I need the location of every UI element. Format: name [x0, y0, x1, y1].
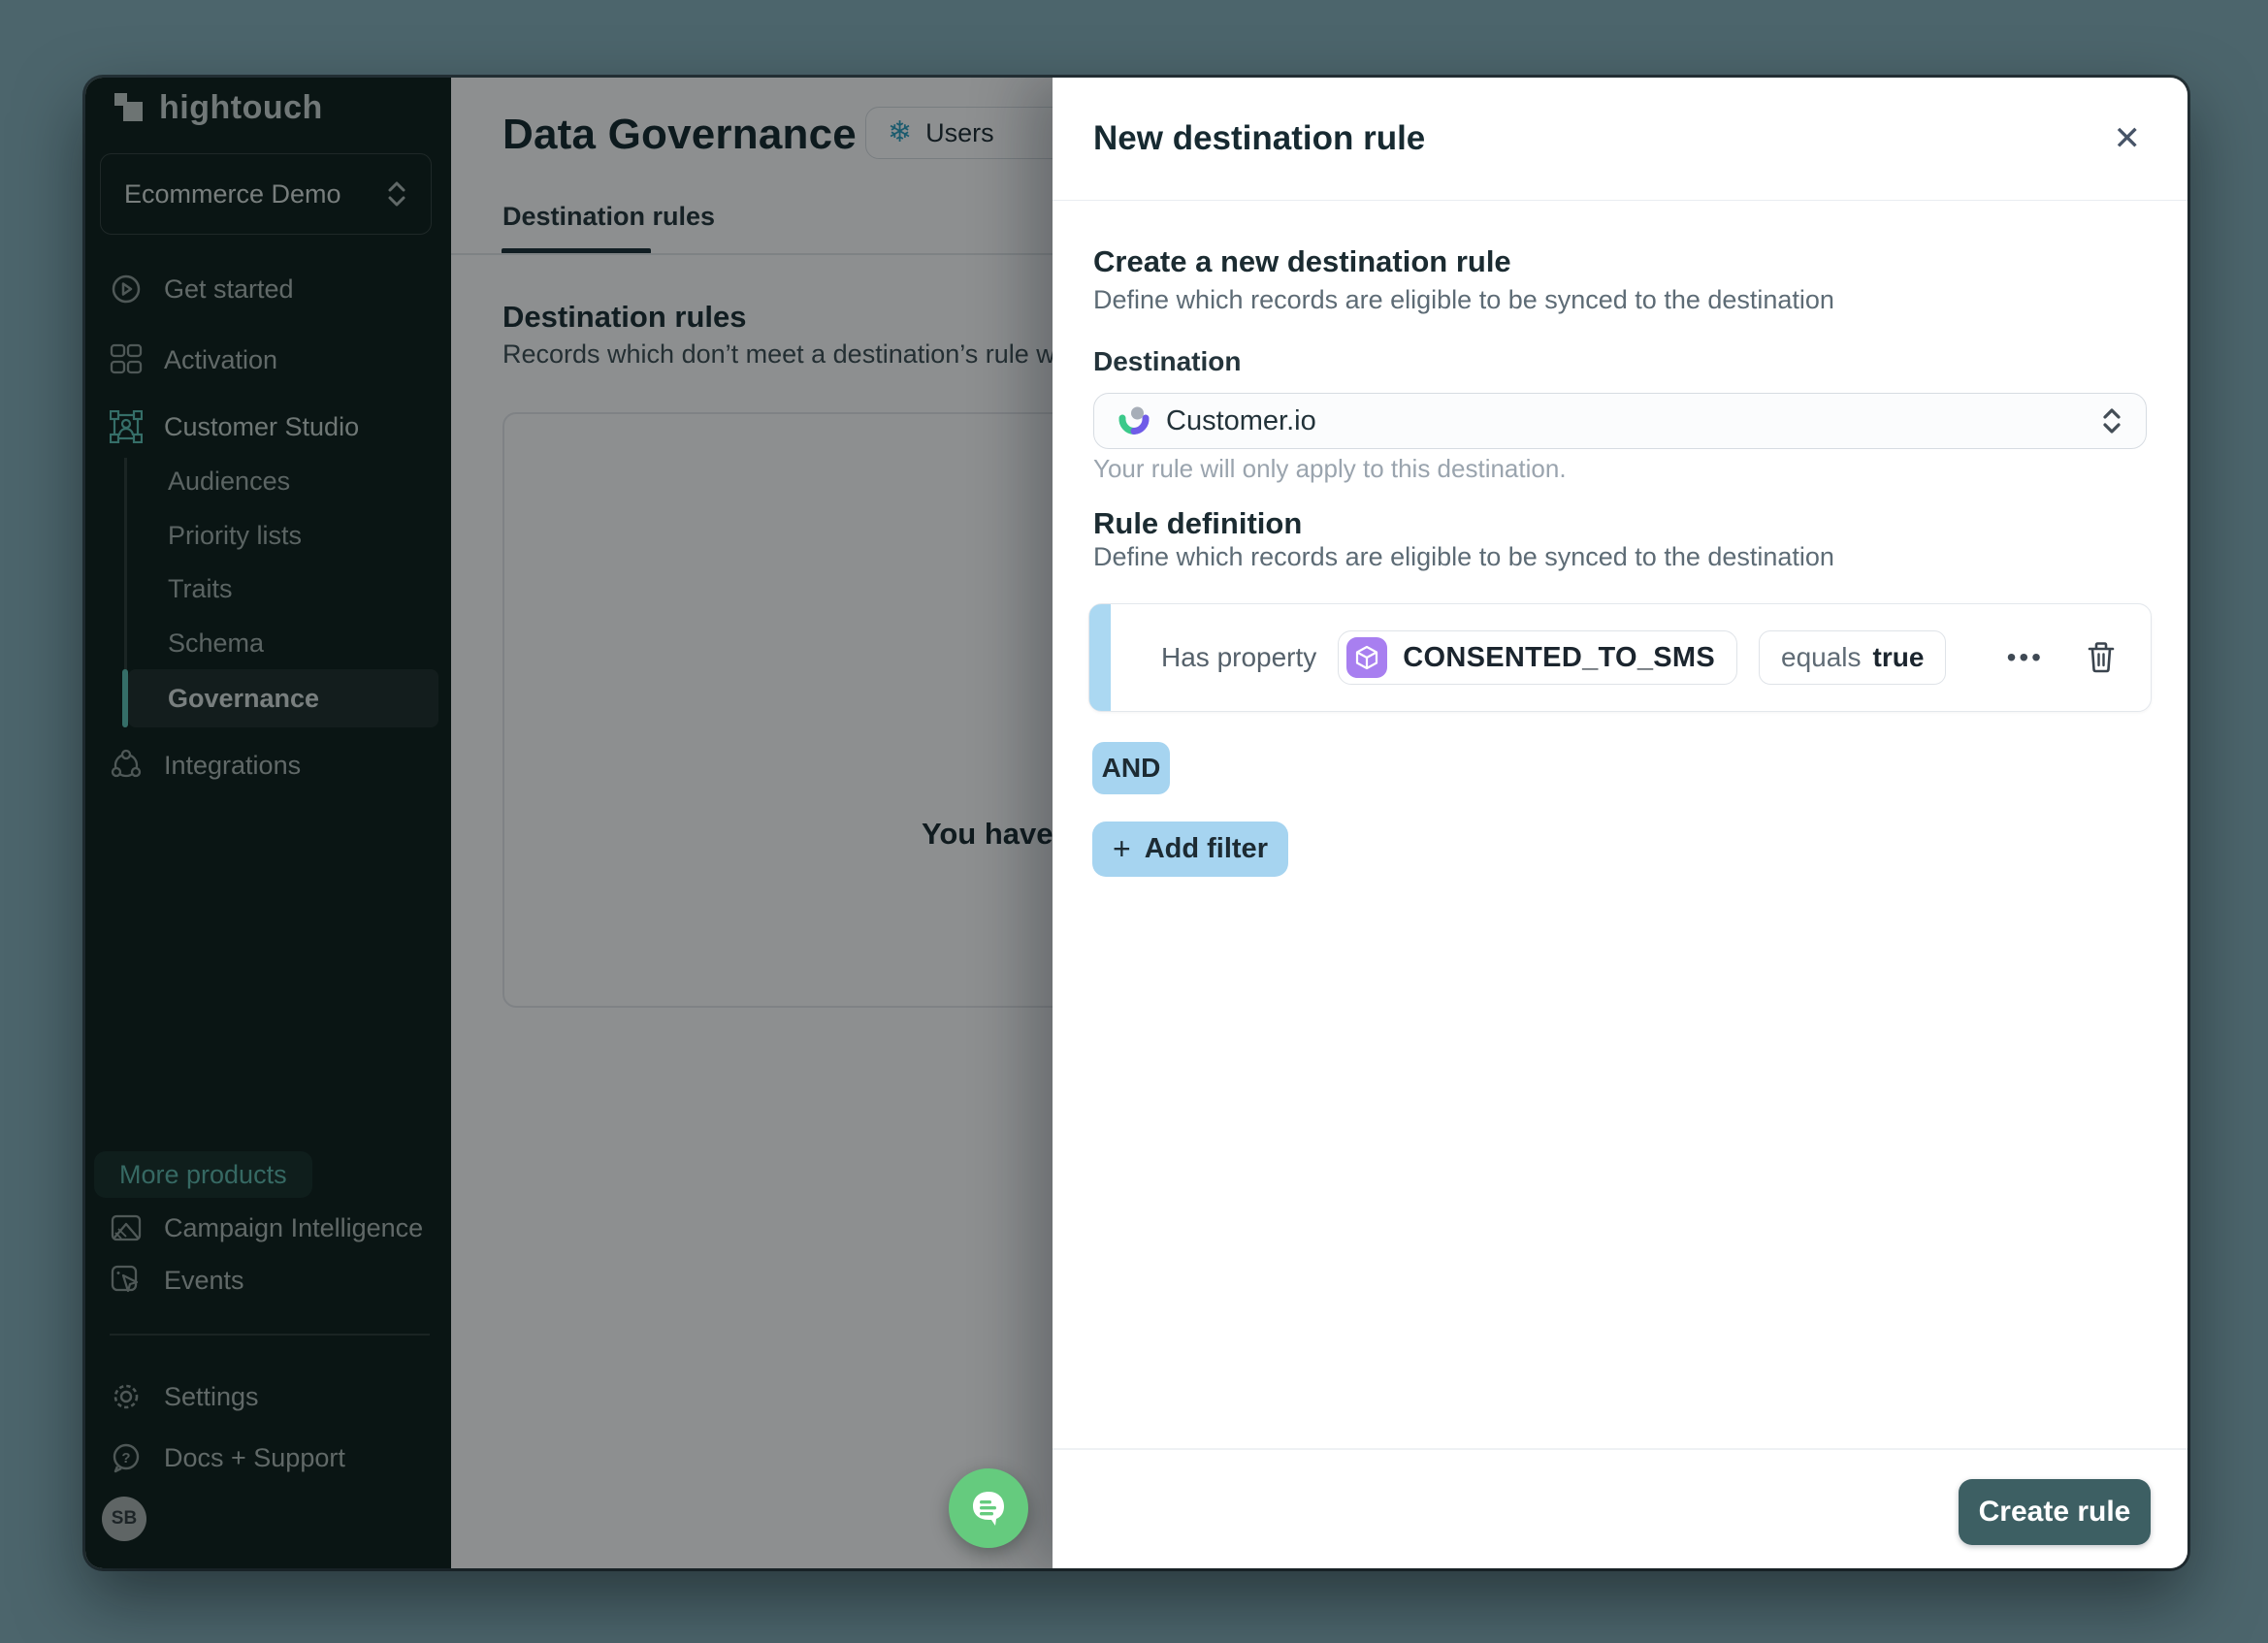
- and-connector-chip[interactable]: AND: [1092, 742, 1170, 794]
- more-options-icon[interactable]: •••: [2007, 642, 2044, 673]
- add-filter-button[interactable]: + Add filter: [1092, 822, 1288, 877]
- property-name: CONSENTED_TO_SMS: [1403, 642, 1715, 674]
- destination-helper-text: Your rule will only apply to this destin…: [1093, 454, 1567, 484]
- close-icon[interactable]: ✕: [2108, 116, 2148, 161]
- operator-label: equals: [1781, 642, 1862, 673]
- property-cube-icon: [1346, 637, 1387, 678]
- destination-field-label: Destination: [1093, 346, 1241, 377]
- rule-definition-description: Define which records are eligible to be …: [1093, 542, 1834, 572]
- create-rule-button[interactable]: Create rule: [1959, 1479, 2151, 1545]
- destination-select[interactable]: Customer.io: [1093, 393, 2147, 449]
- condition-prefix: Has property: [1161, 642, 1316, 673]
- operator-value: true: [1873, 642, 1925, 673]
- delete-filter-icon[interactable]: [2087, 641, 2116, 674]
- operator-chip[interactable]: equals true: [1759, 630, 1946, 685]
- chat-bubble-icon: [966, 1486, 1011, 1530]
- chat-launcher[interactable]: [949, 1468, 1028, 1548]
- modal-title: New destination rule: [1093, 119, 2108, 158]
- rule-definition-heading: Rule definition: [1093, 506, 1302, 541]
- form-description: Define which records are eligible to be …: [1093, 285, 1834, 315]
- filter-condition-row: Has property CONSENTED_TO_SMS equals tru…: [1088, 603, 2152, 712]
- destination-selected-value: Customer.io: [1166, 405, 2086, 437]
- modal-header: New destination rule ✕: [1053, 78, 2187, 201]
- filter-group-bar: [1089, 604, 1111, 711]
- app-window: hightouch Ecommerce Demo Get started Act…: [85, 78, 2187, 1568]
- form-heading: Create a new destination rule: [1093, 244, 1511, 279]
- modal-footer-divider: [1053, 1448, 2187, 1450]
- select-chevron-updown-icon: [2101, 405, 2122, 436]
- plus-icon: +: [1113, 831, 1131, 867]
- new-destination-rule-modal: New destination rule ✕ Create a new dest…: [1053, 78, 2187, 1568]
- customerio-logo-icon: [1118, 404, 1150, 437]
- property-chip[interactable]: CONSENTED_TO_SMS: [1338, 630, 1737, 685]
- add-filter-label: Add filter: [1145, 833, 1268, 865]
